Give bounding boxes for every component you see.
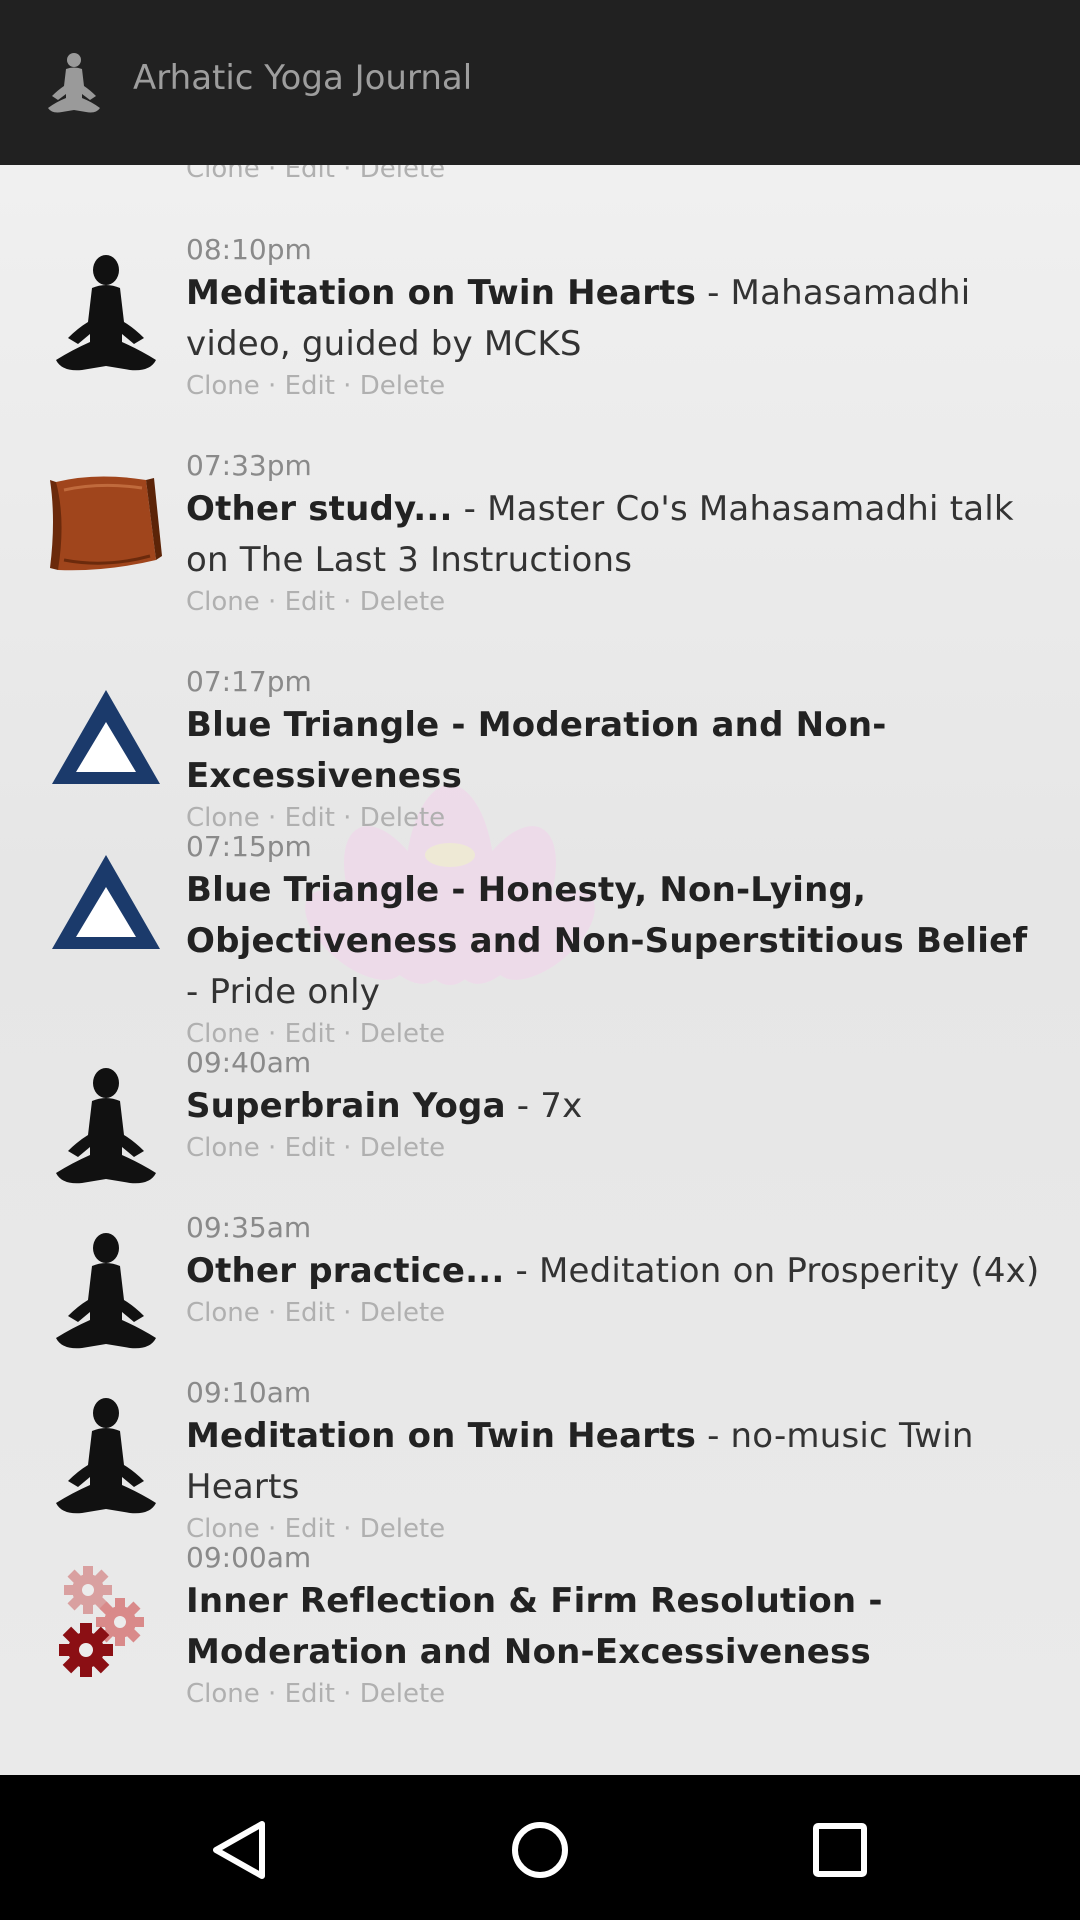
entry-actions: Clone · Edit · Delete [186,587,446,617]
entry-description: Blue Triangle - Honesty, Non-Lying, Obje… [186,865,1046,1018]
book-icon [50,476,162,571]
home-icon[interactable] [500,1810,580,1890]
journal-list[interactable]: Clone · Edit · Delete 08:10pm Meditation… [0,165,1080,1775]
entry-title: Meditation on Twin Hearts [186,1416,697,1456]
edit-link[interactable]: Edit [285,1298,335,1328]
entry-time: 09:10am [186,1376,312,1409]
entry-time: 09:35am [186,1211,312,1244]
clone-link[interactable]: Clone [186,1298,260,1328]
clone-link[interactable]: Clone [186,1679,260,1709]
edit-link[interactable]: Edit [285,371,335,401]
delete-link[interactable]: Delete [360,1679,445,1709]
entry-time: 09:00am [186,1541,312,1574]
meditation-icon [48,53,100,113]
clone-link[interactable]: Clone [186,1133,260,1163]
edit-link[interactable]: Edit [285,587,335,617]
entry-detail: - 7x [505,1086,583,1126]
entry-title: Blue Triangle - Moderation and Non-Exces… [186,705,887,796]
entry-description: Meditation on Twin Hearts - no-music Twi… [186,1411,1046,1513]
entry-description: Other practice... - Meditation on Prospe… [186,1246,1046,1297]
entry-description: Other study... - Master Co's Mahasamadhi… [186,484,1046,586]
back-icon[interactable] [200,1810,280,1890]
entry-time: 08:10pm [186,233,312,266]
entry-title: Meditation on Twin Hearts [186,273,697,313]
delete-link[interactable]: Delete [360,1133,445,1163]
meditation-figure-icon [56,1398,156,1514]
clone-link[interactable]: Clone [186,371,260,401]
delete-link[interactable]: Delete [360,587,445,617]
entry-description: Superbrain Yoga - 7x [186,1081,1046,1132]
app-title: Arhatic Yoga Journal [133,58,473,98]
entry-time: 09:40am [186,1046,312,1079]
edit-link[interactable]: Edit [285,1679,335,1709]
delete-link[interactable]: Delete [360,371,445,401]
entry-actions: Clone · Edit · Delete [186,165,1046,185]
edit-link[interactable]: Edit [285,1133,335,1163]
entry-time: 07:17pm [186,665,312,698]
entry-description: Inner Reflection & Firm Resolution - Mod… [186,1576,1046,1678]
edit-link[interactable]: Edit [285,165,335,184]
meditation-figure-icon [56,1068,156,1184]
entry-time: 07:33pm [186,449,312,482]
entry-actions: Clone · Edit · Delete [186,1298,446,1328]
meditation-figure-icon [56,255,156,371]
entry-actions: Clone · Edit · Delete [186,371,446,401]
entry-description: Meditation on Twin Hearts - Mahasamadhi … [186,268,1046,370]
blue-triangle-icon [52,855,160,949]
entry-title: Superbrain Yoga [186,1086,506,1126]
entry-time: 07:15pm [186,830,312,863]
entry-description: Blue Triangle - Moderation and Non-Exces… [186,700,1046,802]
entry-title: Inner Reflection & Firm Resolution - Mod… [186,1581,883,1672]
entry-actions: Clone · Edit · Delete [186,1679,446,1709]
blue-triangle-icon [52,690,160,784]
delete-link[interactable]: Delete [360,165,445,184]
clone-link[interactable]: Clone [186,587,260,617]
recents-icon[interactable] [800,1810,880,1890]
meditation-figure-icon [56,1233,156,1349]
entry-title: Blue Triangle - Honesty, Non-Lying, Obje… [186,870,1028,961]
entry-title: Other practice... [186,1251,505,1291]
entry-title: Other study... [186,489,453,529]
delete-link[interactable]: Delete [360,1298,445,1328]
system-navigation-bar [0,1775,1080,1920]
entry-detail: - Meditation on Prosperity (4x) [504,1251,1040,1291]
entry-detail: - Pride only [186,972,381,1012]
app-bar: Arhatic Yoga Journal [0,0,1080,165]
gears-icon [59,1566,144,1677]
entry-actions: Clone · Edit · Delete [186,1133,446,1163]
clone-link[interactable]: Clone [186,165,260,184]
